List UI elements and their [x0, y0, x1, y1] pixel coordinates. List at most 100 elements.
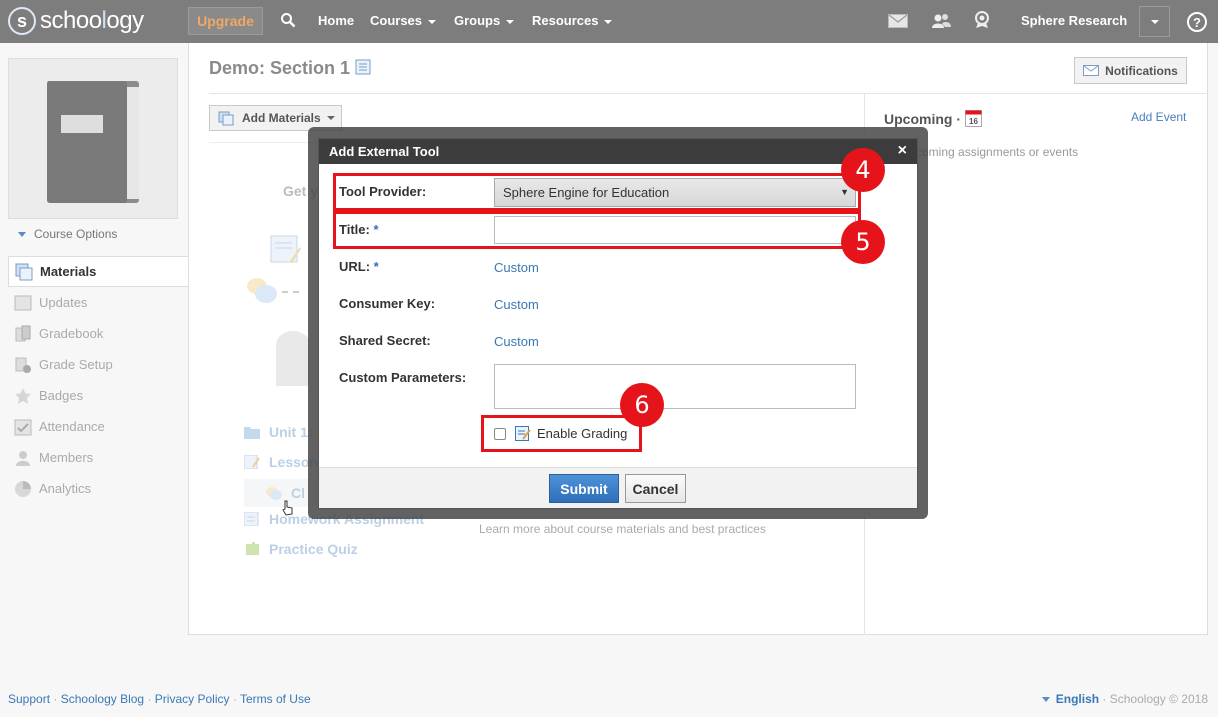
materials-icon — [218, 111, 234, 125]
course-options[interactable]: Course Options — [18, 227, 117, 241]
sidebar-item-materials[interactable]: Materials — [8, 256, 189, 287]
sidebar-item-gradebook[interactable]: Gradebook — [8, 318, 189, 349]
copyright-text: · Schoology © 2018 — [1102, 692, 1208, 706]
shared-secret-label: Shared Secret: — [339, 333, 431, 348]
sidebar-item-badges[interactable]: Badges — [8, 380, 189, 411]
divider — [864, 93, 1208, 94]
nav-groups[interactable]: Groups — [454, 13, 515, 28]
assignment-icon — [244, 512, 259, 526]
annotation-box-enable-grading — [481, 415, 642, 452]
consumer-key-label: Consumer Key: — [339, 296, 436, 311]
annotation-badge-5: 5 — [841, 220, 885, 264]
gradebook-icon — [14, 325, 32, 343]
add-event-link[interactable]: Add Event — [1131, 110, 1186, 124]
attendance-icon — [14, 418, 32, 436]
materials-icon — [15, 263, 33, 281]
sidebar-item-analytics[interactable]: Analytics — [8, 473, 189, 504]
url-label: URL: * — [339, 259, 379, 274]
nav-resources[interactable]: Resources — [532, 13, 613, 28]
sidebar-item-label: Members — [39, 450, 94, 465]
learn-more-link[interactable]: Learn more about course materials and be… — [479, 522, 766, 536]
material-folder[interactable]: Unit 1: — [244, 424, 313, 440]
book-icon — [47, 81, 139, 203]
members-icon — [14, 449, 32, 467]
logo-mark: s — [8, 7, 36, 35]
sidebar-item-updates[interactable]: Updates — [8, 287, 189, 318]
chevron-down-icon — [604, 19, 613, 24]
custom-parameters-label: Custom Parameters: — [339, 370, 467, 385]
annotation-box-title — [333, 211, 861, 249]
upcoming-empty-text: coming assignments or events — [916, 145, 1079, 159]
top-navbar: s schoology Upgrade Home Courses Groups … — [0, 0, 1218, 43]
assignment-icon — [244, 455, 260, 469]
close-icon[interactable]: × — [898, 143, 907, 159]
logo-wordmark: schoology — [40, 7, 144, 34]
chevron-down-icon — [506, 19, 515, 24]
footer-privacy-link[interactable]: Privacy Policy — [155, 692, 230, 706]
connections-icon[interactable] — [931, 13, 951, 29]
calendar-day: 16 — [969, 117, 978, 126]
updates-icon — [14, 294, 32, 312]
sidebar-item-label: Attendance — [39, 419, 105, 434]
sidebar-item-label: Grade Setup — [39, 357, 113, 372]
course-nav: Materials Updates Gradebook Grade Setup … — [8, 256, 189, 504]
annotation-badge-4: 4 — [841, 148, 885, 192]
custom-parameters-textarea[interactable] — [494, 364, 856, 409]
grade-setup-icon — [14, 356, 32, 374]
discussion-illustration-icon — [247, 278, 299, 303]
submit-button[interactable]: Submit — [549, 474, 619, 503]
upcoming-heading: Upcoming · 16 — [884, 110, 982, 127]
divider — [209, 93, 864, 94]
sidebar-item-label: Updates — [39, 295, 88, 310]
user-menu[interactable]: Sphere Research — [1021, 13, 1127, 28]
notifications-button[interactable]: Notifications — [1074, 57, 1187, 84]
cancel-button[interactable]: Cancel — [625, 474, 686, 503]
material-lesson[interactable]: Lesson — [244, 454, 318, 470]
material-quiz[interactable]: Practice Quiz — [244, 541, 358, 557]
footer-terms-link[interactable]: Terms of Use — [240, 692, 311, 706]
dialog-titlebar: Add External Tool × — [319, 139, 917, 164]
footer-right: English · Schoology © 2018 — [1041, 692, 1208, 706]
footer-links: Support · Schoology Blog · Privacy Polic… — [8, 692, 311, 706]
user-dropdown-button[interactable] — [1139, 6, 1170, 37]
sidebar-item-members[interactable]: Members — [8, 442, 189, 473]
annotation-box-tool-provider — [333, 173, 861, 211]
course-picture — [8, 58, 178, 219]
chevron-down-icon — [1041, 697, 1050, 703]
course-info-icon[interactable] — [355, 59, 371, 75]
messages-icon[interactable] — [888, 14, 908, 28]
upgrade-button[interactable]: Upgrade — [188, 7, 263, 35]
badges-icon — [14, 387, 32, 405]
schoology-logo[interactable]: s schoology — [8, 7, 144, 35]
help-icon[interactable]: ? — [1187, 12, 1207, 32]
chevron-down-icon — [326, 116, 335, 120]
sidebar-item-label: Badges — [39, 388, 84, 403]
notifications-badge-icon[interactable] — [974, 11, 990, 29]
annotation-badge-6: 6 — [620, 383, 664, 427]
chevron-down-icon — [1150, 19, 1159, 24]
chevron-down-icon — [18, 232, 26, 238]
analytics-icon — [14, 480, 32, 498]
language-selector[interactable]: English — [1056, 692, 1099, 706]
folder-icon — [244, 427, 260, 439]
footer-blog-link[interactable]: Schoology Blog — [61, 692, 144, 706]
discussion-icon — [266, 487, 282, 500]
url-custom-link[interactable]: Custom — [494, 260, 539, 275]
sidebar-item-label: Materials — [40, 264, 97, 279]
calendar-icon[interactable]: 16 — [964, 110, 982, 127]
search-icon[interactable] — [280, 12, 296, 28]
nav-courses[interactable]: Courses — [370, 13, 437, 28]
sidebar-item-label: Gradebook — [39, 326, 104, 341]
footer-support-link[interactable]: Support — [8, 692, 50, 706]
dialog-title: Add External Tool — [329, 144, 440, 159]
page-title: Demo: Section 1 — [209, 58, 371, 79]
shared-secret-custom-link[interactable]: Custom — [494, 334, 539, 349]
sidebar-item-attendance[interactable]: Attendance — [8, 411, 189, 442]
nav-home[interactable]: Home — [318, 13, 354, 28]
assignment-illustration-icon — [270, 235, 301, 263]
sidebar-item-grade-setup[interactable]: Grade Setup — [8, 349, 189, 380]
chevron-down-icon — [428, 19, 437, 24]
mail-icon — [1083, 65, 1100, 76]
consumer-key-custom-link[interactable]: Custom — [494, 297, 539, 312]
quiz-icon — [246, 542, 259, 555]
